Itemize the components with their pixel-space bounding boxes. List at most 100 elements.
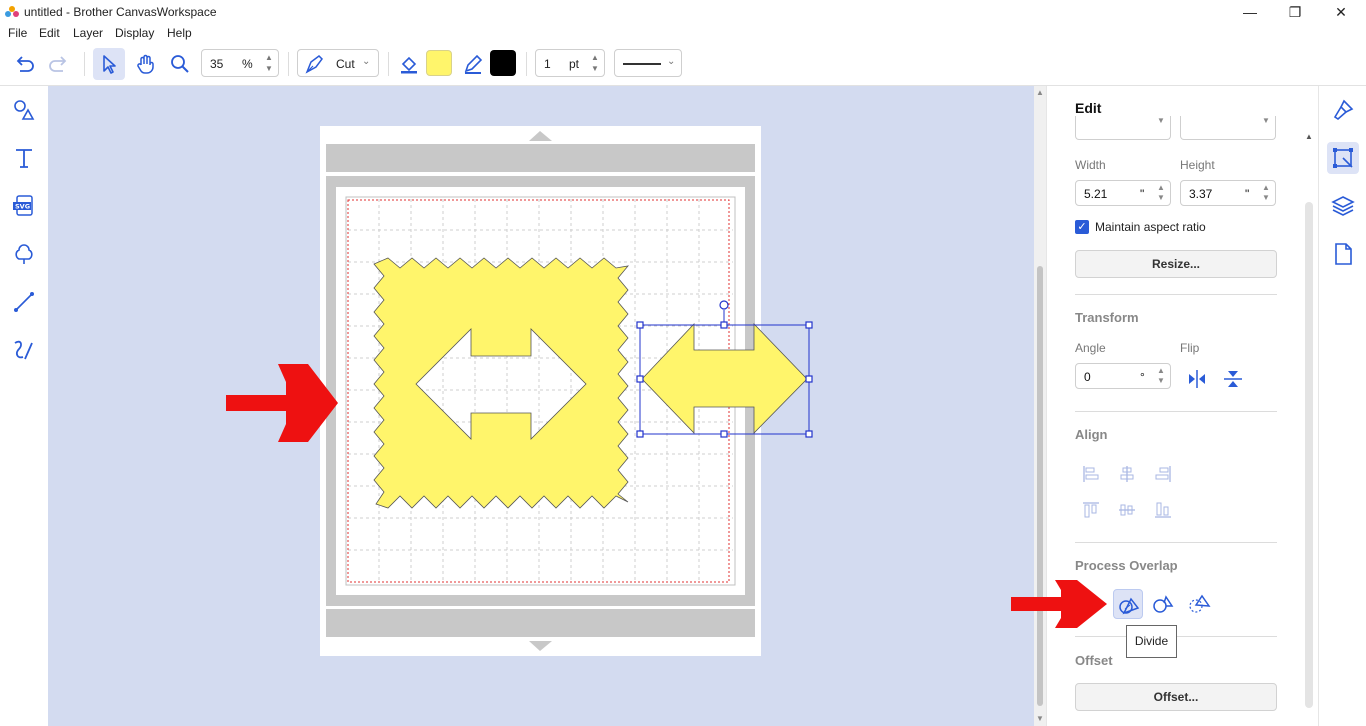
angle-label: Angle [1075, 341, 1106, 355]
cloud-shape-icon [15, 244, 33, 264]
maintain-aspect-checkbox[interactable]: ✓ [1075, 220, 1089, 234]
layers-tab[interactable] [1327, 190, 1359, 222]
weld-button[interactable] [1149, 590, 1177, 618]
cut-mode-select[interactable]: Cut ⌄ [297, 49, 379, 77]
weld-icon [1153, 595, 1174, 613]
close-button[interactable]: ✕ [1329, 2, 1353, 22]
divide-button[interactable] [1113, 589, 1143, 619]
position-x-input[interactable]: ▼ [1075, 116, 1171, 140]
align-bottom-icon [1155, 502, 1171, 518]
restore-button[interactable]: ❐ [1283, 2, 1307, 22]
toolbar: 35 % ▲ ▼ Cut ⌄ 1 pt ▲ ▼ ⌄ [0, 42, 1366, 86]
minimize-button[interactable]: — [1238, 2, 1262, 22]
canvas-area[interactable] [48, 86, 1034, 726]
angle-input[interactable]: 0 ° ▲ ▼ [1075, 363, 1171, 389]
height-input[interactable]: 3.37 " ▲ ▼ [1180, 180, 1276, 206]
line-tool[interactable] [8, 286, 40, 318]
subtract-button[interactable] [1185, 590, 1213, 618]
undo-button[interactable] [8, 48, 40, 80]
align-bottom-button[interactable] [1149, 496, 1177, 524]
height-stepper[interactable]: ▲ ▼ [1259, 183, 1273, 203]
layers-icon [1331, 196, 1355, 216]
align-center-icon [1120, 466, 1134, 482]
title-bar: untitled - Brother CanvasWorkspace — ❐ ✕ [0, 0, 1366, 24]
offset-title: Offset [1075, 653, 1113, 668]
menu-bar: File Edit Layer Display Help [0, 24, 1366, 42]
line-tool-button[interactable] [457, 48, 489, 80]
freehand-tool[interactable] [8, 334, 40, 366]
svg-text:SVG: SVG [15, 203, 30, 211]
position-y-input[interactable]: ▼ [1180, 116, 1276, 140]
resize-button[interactable]: Resize... [1075, 250, 1277, 278]
align-left-icon [1083, 466, 1099, 482]
redo-button[interactable] [43, 48, 75, 80]
align-center-button[interactable] [1113, 460, 1141, 488]
edit-object-icon [1333, 148, 1353, 168]
angle-stepper[interactable]: ▲ ▼ [1154, 366, 1168, 386]
rotate-handle [719, 300, 729, 310]
paint-tab[interactable] [1327, 94, 1359, 126]
fill-tool-button[interactable] [393, 48, 425, 80]
menu-layer[interactable]: Layer [73, 26, 103, 40]
flip-vertical-button[interactable] [1219, 365, 1247, 393]
line-style-select[interactable]: ⌄ [614, 49, 682, 77]
select-tool-button[interactable] [93, 48, 125, 80]
line-icon [14, 292, 34, 312]
zoom-stepper[interactable]: ▲ ▼ [262, 52, 276, 74]
pointer-icon [103, 55, 116, 74]
line-width-stepper[interactable]: ▲ ▼ [588, 52, 602, 74]
app-logo-icon [5, 6, 19, 17]
line-width-value: 1 [544, 57, 551, 71]
text-icon [16, 149, 32, 168]
scroll-thumb[interactable] [1037, 266, 1043, 706]
line-width-unit: pt [569, 57, 580, 71]
page-icon [1335, 243, 1352, 265]
align-middle-button[interactable] [1113, 496, 1141, 524]
zoom-tool-button[interactable] [164, 48, 196, 80]
undo-icon [16, 56, 34, 72]
pencil-icon [464, 54, 483, 74]
align-title: Align [1075, 427, 1108, 442]
edit-tab[interactable] [1327, 142, 1359, 174]
height-label: Height [1180, 158, 1215, 172]
fill-color-swatch[interactable] [426, 50, 452, 76]
paint-bucket-icon [401, 56, 417, 74]
flip-horizontal-button[interactable] [1183, 365, 1211, 393]
flip-horizontal-icon [1189, 370, 1205, 388]
line-width-input[interactable]: 1 pt ▲ ▼ [535, 49, 605, 77]
divide-tooltip: Divide [1126, 625, 1177, 658]
width-stepper[interactable]: ▲ ▼ [1154, 183, 1168, 203]
shapes-tool[interactable] [8, 94, 40, 126]
panel-scroll-up-icon[interactable]: ▲ [1305, 132, 1313, 141]
page-tab[interactable] [1327, 238, 1359, 270]
panel-scrollbar[interactable] [1305, 202, 1313, 708]
panel-title: Edit [1075, 100, 1102, 116]
menu-edit[interactable]: Edit [39, 26, 60, 40]
menu-help[interactable]: Help [167, 26, 192, 40]
line-color-swatch[interactable] [490, 50, 516, 76]
zoom-unit: % [242, 57, 253, 71]
svg-import-icon: SVG [13, 195, 33, 216]
pattern-tool[interactable] [8, 238, 40, 270]
align-right-button[interactable] [1149, 460, 1177, 488]
text-tool[interactable] [8, 142, 40, 174]
width-input[interactable]: 5.21 " ▲ ▼ [1075, 180, 1171, 206]
svg-import-tool[interactable]: SVG [8, 190, 40, 222]
menu-display[interactable]: Display [115, 26, 154, 40]
offset-button[interactable]: Offset... [1075, 683, 1277, 711]
process-overlap-title: Process Overlap [1075, 558, 1178, 573]
align-top-button[interactable] [1077, 496, 1105, 524]
solid-line-icon [623, 63, 661, 65]
divide-icon [1119, 597, 1140, 615]
shapes-icon [14, 100, 35, 120]
menu-file[interactable]: File [8, 26, 27, 40]
freehand-icon [14, 340, 33, 360]
paint-brush-icon [1333, 99, 1354, 121]
zoom-input[interactable]: 35 % ▲ ▼ [201, 49, 279, 77]
flip-vertical-icon [1224, 371, 1242, 387]
align-left-button[interactable] [1077, 460, 1105, 488]
red-annotation-arrow-divide [1011, 580, 1107, 628]
pan-tool-button[interactable] [129, 48, 161, 80]
cut-mode-label: Cut [336, 57, 355, 71]
right-toolbar [1318, 86, 1366, 726]
